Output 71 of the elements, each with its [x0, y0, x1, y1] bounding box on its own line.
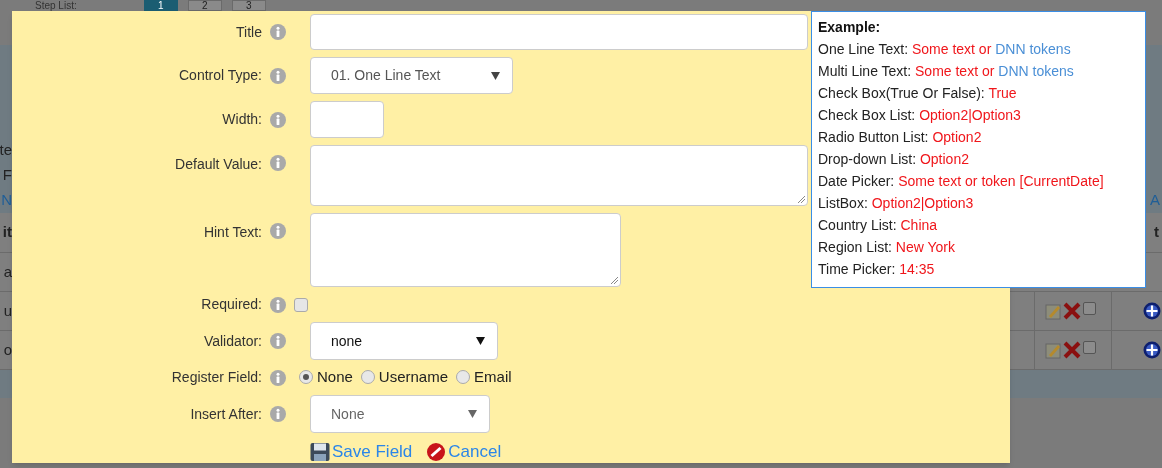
example-line: Radio Button List: Option2 — [818, 128, 983, 147]
info-icon — [270, 223, 286, 239]
example-line: Country List: China — [818, 216, 939, 235]
delete-icon — [1063, 341, 1081, 359]
delete-icon — [1063, 302, 1081, 320]
text-area[interactable] — [310, 145, 808, 206]
resize-handle-icon — [610, 276, 619, 285]
info-icon — [270, 369, 286, 386]
example-line: One Line Text: Some text or DNN tokens — [818, 40, 1072, 59]
table-header: it — [2, 222, 12, 243]
select-field[interactable]: None — [310, 395, 490, 433]
step-tab[interactable]: 1 — [143, 0, 178, 11]
field-label: Width: — [222, 110, 262, 129]
step-list-label: Step List: — [35, 0, 77, 11]
field-label: Validator: — [203, 331, 262, 351]
example-line: Region List: New York — [818, 238, 956, 257]
example-line: Date Picker: Some text or token [CurrentDate] — [818, 172, 1105, 191]
field-label: Default Value: — [175, 155, 262, 174]
table-header: t — [1154, 222, 1159, 243]
radio-label: Username — [378, 366, 449, 387]
text-fragment: F — [2, 165, 12, 186]
table-cell-text: a — [3, 261, 12, 282]
radio-label: Email — [474, 366, 512, 387]
text-fragment: te — [0, 140, 12, 161]
text-area[interactable] — [310, 213, 621, 287]
radio-button[interactable] — [360, 370, 375, 384]
example-line: Multi Line Text: Some text or DNN tokens — [818, 62, 1075, 81]
info-icon — [270, 111, 286, 128]
radio-button[interactable] — [299, 370, 313, 384]
info-icon — [270, 67, 286, 84]
checkbox[interactable] — [1083, 302, 1096, 315]
select-field[interactable]: 01. One Line Text — [310, 57, 513, 94]
field-label: Required: — [201, 295, 262, 314]
caret-icon — [491, 71, 500, 80]
step-tab[interactable]: 2 — [187, 0, 222, 11]
example-line: Drop-down List: Option2 — [818, 150, 970, 169]
info-icon — [270, 155, 286, 171]
save-link[interactable]: Save Field — [310, 439, 413, 465]
plus-circle-icon — [1143, 302, 1161, 320]
text-input[interactable] — [310, 101, 384, 138]
field-label: Title — [236, 22, 262, 42]
info-icon — [270, 24, 286, 40]
cancel-link[interactable]: Cancel — [426, 439, 502, 465]
field-label: Hint Text: — [203, 223, 262, 242]
info-icon — [270, 333, 286, 349]
caret-icon — [476, 337, 485, 345]
example-line: Check Box(True Or False): True — [818, 84, 1018, 103]
field-label: Control Type: — [179, 66, 262, 85]
example-line: Check Box List: Option2|Option3 — [818, 106, 1022, 125]
text-input[interactable] — [310, 14, 808, 50]
info-icon — [270, 296, 286, 313]
table-cell-text: o — [3, 339, 12, 360]
plus-circle-icon — [1143, 341, 1161, 359]
edit-icon — [1045, 341, 1061, 359]
select-field[interactable]: none — [310, 322, 498, 360]
checkbox[interactable] — [294, 297, 308, 312]
example-line: ListBox: Option2|Option3 — [818, 194, 975, 213]
checkbox[interactable] — [1083, 341, 1096, 354]
example-line: Time Picker: 14:35 — [818, 260, 936, 279]
edit-icon — [1045, 302, 1061, 320]
caret-icon — [468, 410, 477, 418]
field-label: Register Field: — [171, 368, 262, 387]
radio-label: None — [317, 366, 353, 387]
table-cell-text: u — [3, 300, 12, 321]
resize-handle-icon — [797, 195, 806, 204]
step-tab[interactable]: 3 — [231, 0, 266, 11]
info-icon — [270, 406, 286, 422]
field-label: Insert After: — [190, 404, 262, 424]
tooltip-heading: Example: — [818, 18, 882, 37]
radio-button[interactable] — [456, 370, 471, 384]
cancel-icon — [426, 441, 447, 462]
